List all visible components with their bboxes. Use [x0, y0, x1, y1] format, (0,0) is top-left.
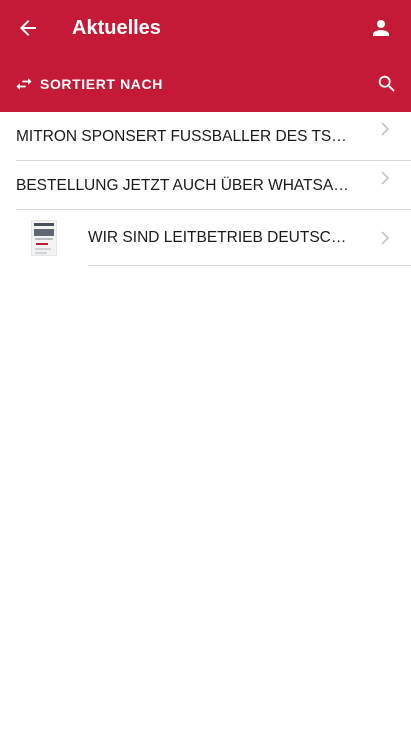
list-item[interactable]: BESTELLUNG JETZT AUCH ÜBER WHATSA… — [0, 161, 411, 210]
account-button[interactable] — [369, 16, 393, 40]
chevron-right-icon — [381, 122, 390, 136]
list-item-title: MITRON SPONSERT FUSSBALLER DES TS… — [16, 127, 347, 145]
divider — [88, 265, 411, 266]
page-title: Aktuelles — [72, 17, 161, 39]
back-button[interactable] — [16, 16, 40, 40]
list-item[interactable]: WIR SIND LEITBETRIEB DEUTSC… — [0, 210, 411, 266]
app-bar: Aktuelles SORTIERT NACH — [0, 0, 411, 112]
swap-arrows-icon — [16, 78, 32, 90]
search-button[interactable] — [376, 73, 398, 95]
chevron-right-icon — [381, 231, 390, 245]
app-bar-top-row: Aktuelles — [0, 0, 411, 56]
list-item-title: BESTELLUNG JETZT AUCH ÜBER WHATSA… — [16, 176, 349, 194]
person-icon — [373, 20, 389, 36]
chevron-right-icon — [381, 171, 390, 185]
list-item-title: WIR SIND LEITBETRIEB DEUTSC… — [88, 229, 347, 246]
document-thumbnail — [31, 220, 57, 256]
list-item[interactable]: MITRON SPONSERT FUSSBALLER DES TS… — [0, 112, 411, 161]
search-icon — [378, 75, 395, 92]
news-list: MITRON SPONSERT FUSSBALLER DES TS… BESTE… — [0, 112, 411, 266]
sort-label: SORTIERT NACH — [40, 76, 163, 92]
sort-button[interactable]: SORTIERT NACH — [14, 72, 163, 96]
arrow-back-icon — [20, 20, 36, 36]
app-bar-bottom-row: SORTIERT NACH — [0, 56, 411, 112]
